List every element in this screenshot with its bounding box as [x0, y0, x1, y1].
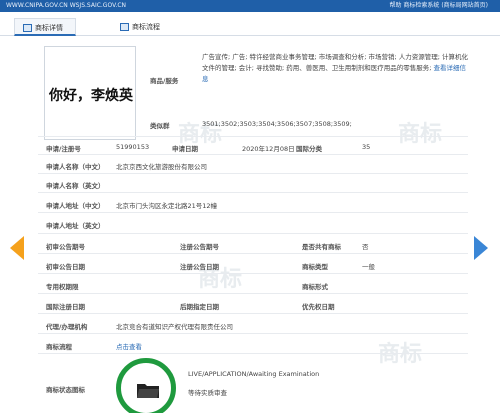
later-date-label: 后期指定日期 — [180, 303, 219, 311]
trademark-image-text: 你好，李焕英 — [49, 88, 133, 104]
status-english: LIVE/APPLICATION/Awaiting Examination — [188, 370, 320, 378]
status-icon-label: 商标状态图标 — [46, 386, 85, 394]
prelim-issue-label: 初审公告期号 — [46, 243, 85, 251]
divider — [38, 273, 468, 274]
shared-label: 是否共有商标 — [302, 243, 341, 251]
address-cn-value: 北京市门头沟区永定北路21号12幢 — [116, 202, 218, 210]
intl-class-label: 国际分类 — [296, 145, 322, 153]
document-icon — [23, 24, 32, 32]
divider — [38, 154, 468, 155]
intl-class-value: 35 — [362, 143, 371, 151]
process-label: 商标流程 — [46, 343, 72, 351]
trademark-detail-panel: 商标 商标 商标 商标 你好，李焕英 商品/服务 广告宣传; 广告; 特许经营商… — [38, 36, 468, 413]
divider — [38, 212, 468, 213]
previous-arrow-icon[interactable] — [10, 236, 24, 260]
divider — [38, 136, 468, 137]
watermark: 商标 — [398, 121, 443, 147]
intl-reg-label: 国际注册日期 — [46, 303, 85, 311]
divider — [38, 253, 468, 254]
tab-bar: 商标详情 商标流程 — [0, 18, 500, 36]
top-navigation-bar: WWW.CNIPA.GOV.CN WSJS.SAIC.GOV.CN 帮助 商标检… — [0, 0, 500, 12]
mark-form-label: 商标形式 — [302, 283, 328, 291]
top-tools-links[interactable]: 帮助 商标检索系统 (商标局网站首页) — [390, 0, 489, 12]
services-value: 广告宣传; 广告; 特许经营商业事务管理; 市场调查和分析; 市场营销; 人力资… — [202, 52, 472, 86]
applicant-cn-value: 北京京西文化旅游股份有限公司 — [116, 163, 207, 171]
tab-trademark-details[interactable]: 商标详情 — [14, 18, 76, 36]
next-arrow-icon[interactable] — [474, 236, 488, 260]
divider — [38, 333, 468, 334]
divider — [38, 293, 468, 294]
agent-value: 北京竞合有道知识产权代理有限责任公司 — [116, 323, 233, 331]
applicant-en-label: 申请人名称（英文） — [46, 182, 105, 190]
prelim-date-label: 初审公告日期 — [46, 263, 85, 271]
address-en-label: 申请人地址（英文） — [46, 222, 105, 230]
tab-label: 商标详情 — [35, 24, 63, 32]
mark-type-value: 一般 — [362, 263, 375, 271]
watermark: 商标 — [378, 341, 423, 367]
divider — [38, 353, 468, 354]
agent-label: 代理/办理机构 — [46, 323, 88, 331]
divider — [38, 313, 468, 314]
app-date-label: 申请日期 — [172, 145, 198, 153]
divider — [38, 173, 468, 174]
trademark-image: 你好，李焕英 — [44, 46, 136, 140]
mark-type-label: 商标类型 — [302, 263, 328, 271]
view-process-link[interactable]: 点击查看 — [116, 341, 142, 351]
priority-label: 优先权日期 — [302, 303, 335, 311]
document-icon — [120, 23, 129, 31]
shared-value: 否 — [362, 243, 369, 251]
reg-issue-label: 注册公告期号 — [180, 243, 219, 251]
applicant-cn-label: 申请人名称（中文） — [46, 163, 105, 171]
reg-no-label: 申请/注册号 — [46, 145, 81, 153]
tab-trademark-process[interactable]: 商标流程 — [112, 18, 182, 36]
similar-group-value: 3501;3502;3503;3504;3506;3507;3508;3509; — [202, 120, 352, 128]
services-text: 广告宣传; 广告; 特许经营商业事务管理; 市场调查和分析; 市场营销; 人力资… — [202, 53, 469, 73]
status-chinese: 等待实质审查 — [188, 389, 227, 397]
tab-label: 商标流程 — [132, 23, 160, 31]
divider — [38, 233, 468, 234]
similar-group-label: 类似群 — [150, 122, 170, 130]
exclusive-label: 专用权期限 — [46, 283, 79, 291]
site-url: WWW.CNIPA.GOV.CN WSJS.SAIC.GOV.CN — [6, 2, 126, 9]
reg-no-value: 51990153 — [116, 143, 150, 151]
folder-icon — [137, 384, 159, 398]
app-date-value: 2020年12月08日 — [242, 145, 295, 153]
status-ring-icon — [116, 358, 176, 413]
services-label: 商品/服务 — [150, 77, 179, 85]
reg-date-label: 注册公告日期 — [180, 263, 219, 271]
address-cn-label: 申请人地址（中文） — [46, 202, 105, 210]
divider — [38, 192, 468, 193]
